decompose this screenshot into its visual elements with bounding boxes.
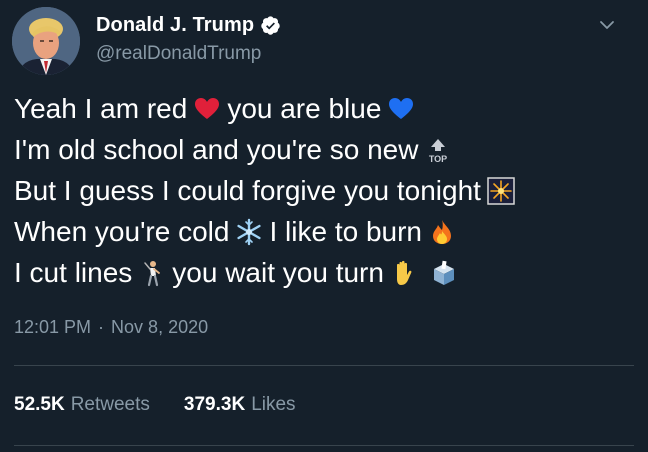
blue-heart-icon: [387, 95, 415, 123]
tweet-line: When you're cold I like to burn: [14, 211, 634, 252]
tweet-line: I cut lines you wait you turn: [14, 252, 634, 293]
tweet-text-segment: you wait you turn: [172, 257, 384, 288]
svg-text:TOP: TOP: [429, 154, 447, 164]
user-handle[interactable]: @realDonaldTrump: [96, 43, 261, 65]
timestamp-separator: ·: [98, 317, 105, 337]
tweet-line: I'm old school and you're so new TOP: [14, 129, 634, 170]
tweet-timestamp[interactable]: 12:01 PM · Nov 8, 2020: [14, 317, 208, 338]
tweet-text-segment: you are blue: [227, 93, 382, 124]
divider: [14, 445, 634, 446]
author-name-row[interactable]: Donald J. Trump: [96, 12, 281, 38]
tweet-text-segment: Yeah I am red: [14, 93, 188, 124]
display-name[interactable]: Donald J. Trump: [96, 14, 254, 37]
tweet-line: Yeah I am red you are blue: [14, 88, 634, 129]
likes-label: Likes: [251, 394, 296, 415]
likes-stat[interactable]: 379.3K Likes: [184, 394, 296, 416]
tweet-card: Donald J. Trump @realDonaldTrump Yeah I …: [0, 0, 648, 452]
tweet-text-segment: I like to burn: [269, 216, 422, 247]
divider: [14, 365, 634, 366]
golfer-icon: [138, 259, 166, 287]
tweet-text-segment: I'm old school and you're so new: [14, 134, 419, 165]
retweets-stat[interactable]: 52.5K Retweets: [14, 394, 150, 416]
red-heart-icon: [193, 95, 221, 123]
avatar[interactable]: [12, 7, 80, 75]
fireworks-icon: [487, 177, 515, 205]
verified-badge-icon: [260, 15, 281, 36]
fire-icon: [428, 218, 456, 246]
retweets-label: Retweets: [70, 394, 150, 415]
tweet-stats: 52.5K Retweets 379.3K Likes: [14, 394, 296, 416]
ballot-box-icon: [430, 259, 458, 287]
tweet-text-segment: But I guess I could forgive you tonight: [14, 175, 481, 206]
retweets-count: 52.5K: [14, 394, 65, 415]
tweet-date[interactable]: Nov 8, 2020: [111, 317, 208, 338]
tweet-text: Yeah I am red you are blue I'm old school …: [14, 88, 634, 293]
raised-hand-icon: [390, 259, 418, 287]
likes-count: 379.3K: [183, 394, 246, 415]
tweet-time[interactable]: 12:01 PM: [14, 317, 91, 338]
tweet-line: But I guess I could forgive you tonight: [14, 170, 634, 211]
snowflake-icon: [235, 218, 263, 246]
chevron-down-icon[interactable]: [596, 14, 618, 36]
top-arrow-icon: TOP: [424, 136, 452, 164]
profile-photo: [12, 7, 80, 75]
tweet-text-segment: When you're cold: [14, 216, 230, 247]
tweet-text-segment: I cut lines: [14, 257, 133, 288]
